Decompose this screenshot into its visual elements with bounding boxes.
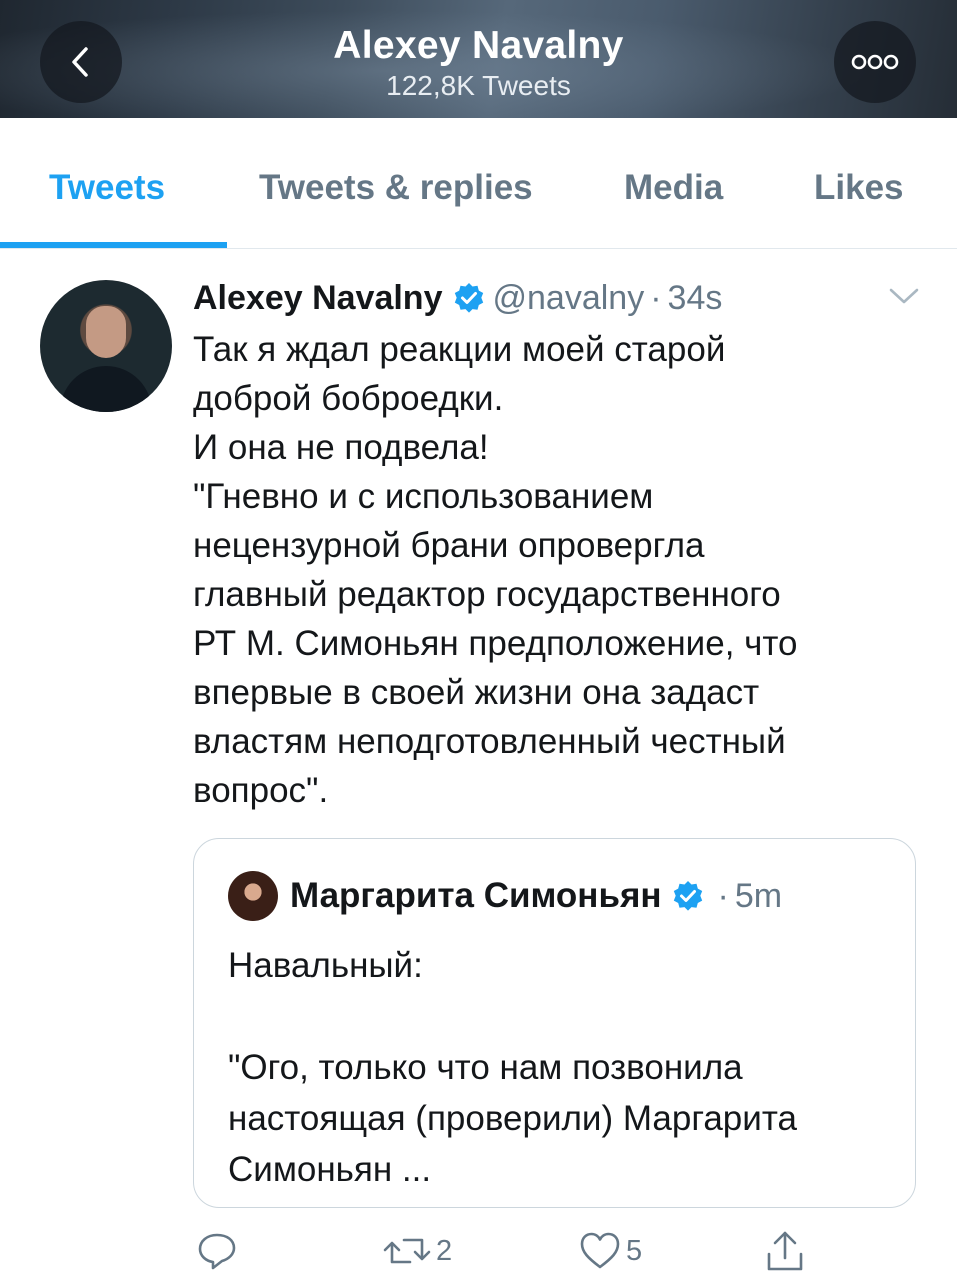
- tweet-timestamp[interactable]: 34s: [668, 279, 723, 318]
- quoted-tweet[interactable]: Маргарита Симоньян · 5m Навальный: "Ого,…: [193, 838, 916, 1208]
- profile-tabs: Tweets Tweets & replies Media Likes: [0, 118, 957, 249]
- active-tab-indicator: [0, 242, 227, 248]
- tweet-header: Alexey Navalny @navalny · 34s: [193, 276, 722, 320]
- avatar-shoulders: [60, 366, 152, 412]
- chevron-down-icon[interactable]: [888, 286, 920, 306]
- verified-badge-icon: [673, 881, 702, 911]
- more-dots-icon: [851, 54, 899, 70]
- share-button[interactable]: [764, 1230, 806, 1274]
- reply-button[interactable]: [196, 1230, 242, 1272]
- quoted-author-name: Маргарита Симоньян: [290, 876, 662, 915]
- separator-dot: ·: [650, 278, 662, 317]
- tab-media[interactable]: Media: [624, 168, 723, 208]
- quoted-tweet-header: Маргарита Симоньян · 5m: [290, 873, 782, 919]
- reply-icon: [198, 1233, 236, 1270]
- tweet-action-bar: 2 5: [0, 1224, 957, 1280]
- share-icon: [767, 1231, 803, 1271]
- avatar[interactable]: [40, 280, 172, 412]
- profile-header: Alexey Navalny 122,8K Tweets: [0, 0, 957, 118]
- quoted-avatar: [228, 871, 278, 921]
- heart-icon: [580, 1232, 620, 1269]
- verified-badge-icon: [454, 283, 483, 313]
- like-button[interactable]: 5: [578, 1230, 642, 1272]
- tweet-author-name[interactable]: Alexey Navalny: [193, 279, 443, 318]
- like-count: 5: [626, 1234, 643, 1267]
- profile-name-title: Alexey Navalny: [333, 24, 624, 67]
- separator-dot: ·: [717, 876, 729, 915]
- tweet-count: 122,8K Tweets: [386, 70, 571, 101]
- tweet-text: Так я ждал реакции моей старой доброй бо…: [193, 330, 798, 810]
- retweet-count: 2: [436, 1234, 453, 1267]
- retweet-icon: [383, 1238, 431, 1264]
- tab-likes[interactable]: Likes: [814, 168, 904, 208]
- tab-tweets[interactable]: Tweets: [49, 168, 165, 208]
- tweet-handle[interactable]: @navalny: [493, 279, 645, 318]
- retweet-button[interactable]: 2: [382, 1230, 452, 1272]
- more-button[interactable]: [834, 21, 916, 103]
- quoted-timestamp: 5m: [734, 876, 783, 915]
- tab-tweets-and-replies[interactable]: Tweets & replies: [259, 168, 533, 208]
- avatar-face: [86, 306, 126, 358]
- quoted-tweet-text: Навальный: "Ого, только что нам позвонил…: [228, 946, 797, 1189]
